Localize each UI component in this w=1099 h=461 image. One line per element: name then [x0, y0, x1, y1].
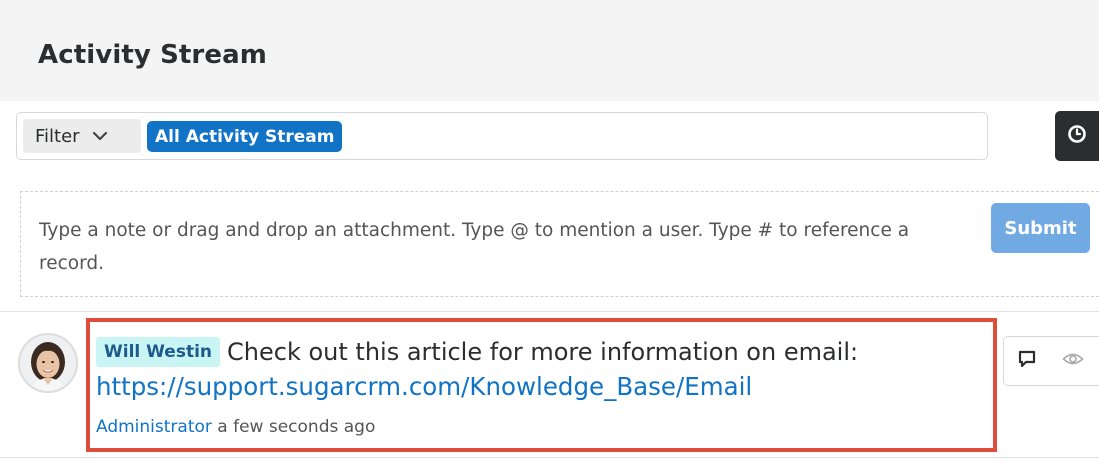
post-link[interactable]: https://support.sugarcrm.com/Knowledge_B… — [96, 372, 752, 401]
post-author-link[interactable]: Administrator — [96, 417, 212, 437]
clock-icon — [1067, 124, 1087, 149]
page-header: Activity Stream — [0, 0, 1099, 101]
divider — [0, 311, 1099, 312]
post-actions — [1003, 336, 1099, 386]
post-meta: Administrator a few seconds ago — [96, 417, 375, 437]
chevron-down-icon — [92, 131, 108, 141]
post-body: Will Westin Check out this article for m… — [96, 337, 858, 367]
eye-icon — [1062, 351, 1084, 372]
filter-input[interactable]: Filter All Activity Stream — [16, 112, 988, 160]
filter-dropdown[interactable]: Filter — [23, 119, 141, 153]
mentioned-user-tag[interactable]: Will Westin — [96, 337, 221, 367]
submit-button[interactable]: Submit — [991, 203, 1090, 253]
page-title: Activity Stream — [38, 40, 267, 70]
timeline-button[interactable] — [1055, 111, 1099, 161]
divider — [0, 457, 1099, 458]
post-timestamp: a few seconds ago — [217, 417, 376, 437]
filter-label: Filter — [35, 125, 80, 147]
post-text: Check out this article for more informat… — [227, 338, 859, 366]
avatar[interactable] — [18, 333, 78, 393]
note-composer[interactable]: Type a note or drag and drop an attachme… — [20, 191, 1099, 297]
preview-button[interactable] — [1050, 337, 1096, 385]
filter-bar: Filter All Activity Stream — [0, 101, 1099, 168]
comment-button[interactable] — [1004, 337, 1050, 385]
note-input[interactable]: Type a note or drag and drop an attachme… — [39, 214, 919, 280]
comment-icon — [1017, 349, 1037, 374]
active-filter-pill[interactable]: All Activity Stream — [147, 121, 343, 152]
